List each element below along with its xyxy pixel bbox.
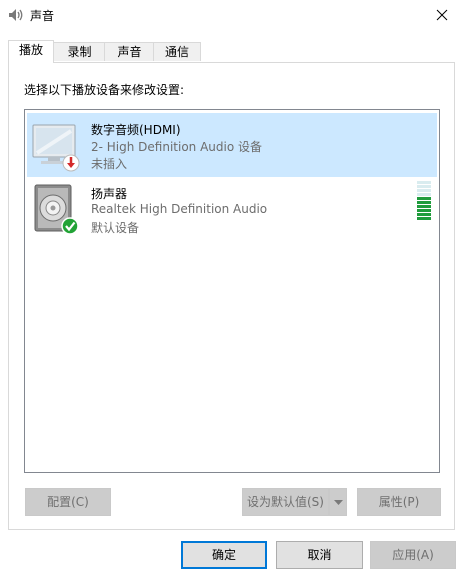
level-meter-bar bbox=[417, 193, 431, 196]
level-meter-bar bbox=[417, 205, 431, 208]
close-button[interactable] bbox=[423, 0, 463, 30]
volume-level-meter bbox=[417, 181, 431, 221]
device-status: 未插入 bbox=[91, 157, 128, 171]
ok-button[interactable]: 确定 bbox=[181, 541, 267, 569]
level-meter-bar bbox=[417, 213, 431, 216]
device-name: 扬声器 bbox=[91, 187, 128, 201]
set-default-dropdown[interactable] bbox=[329, 488, 347, 516]
instruction-label: 选择以下播放设备来修改设置: bbox=[24, 83, 185, 97]
device-name: 数字音频(HDMI) bbox=[91, 123, 181, 137]
level-meter-bar bbox=[417, 185, 431, 188]
device-item-hdmi[interactable]: 数字音频(HDMI) 2- High Definition Audio 设备 未… bbox=[27, 113, 437, 177]
tab-playback[interactable]: 播放 bbox=[8, 40, 54, 63]
device-description: 2- High Definition Audio 设备 bbox=[91, 140, 263, 154]
level-meter-bar bbox=[417, 181, 431, 184]
apply-button[interactable]: 应用(A) bbox=[370, 541, 456, 569]
default-check-badge-icon bbox=[61, 217, 79, 235]
device-list[interactable]: 数字音频(HDMI) 2- High Definition Audio 设备 未… bbox=[24, 109, 440, 473]
level-meter-bar bbox=[417, 209, 431, 212]
level-meter-bar bbox=[417, 197, 431, 200]
cancel-button[interactable]: 取消 bbox=[276, 541, 363, 569]
tab-sounds[interactable]: 声音 bbox=[104, 42, 155, 61]
speaker-app-icon bbox=[8, 8, 24, 22]
unplugged-badge-icon bbox=[62, 154, 80, 172]
level-meter-bar bbox=[417, 189, 431, 192]
device-description: Realtek High Definition Audio bbox=[91, 202, 268, 216]
chevron-down-icon bbox=[334, 500, 343, 505]
hdmi-monitor-icon bbox=[31, 119, 81, 173]
properties-button[interactable]: 属性(P) bbox=[357, 488, 441, 516]
window-title: 声音 bbox=[30, 9, 55, 23]
tab-recording[interactable]: 录制 bbox=[53, 42, 106, 61]
level-meter-bar bbox=[417, 201, 431, 204]
device-item-speakers[interactable]: 扬声器 Realtek High Definition Audio 默认设备 bbox=[27, 177, 437, 241]
playback-panel: 选择以下播放设备来修改设置: 数字音频(HDMI) 2- High Defini… bbox=[8, 62, 455, 530]
title-bar: 声音 bbox=[0, 0, 463, 30]
configure-button[interactable]: 配置(C) bbox=[25, 488, 111, 516]
set-default-button[interactable]: 设为默认值(S) bbox=[242, 488, 329, 516]
close-icon bbox=[436, 9, 448, 21]
speaker-icon bbox=[31, 183, 81, 237]
tab-communications[interactable]: 通信 bbox=[153, 42, 201, 61]
device-status: 默认设备 bbox=[91, 221, 140, 235]
level-meter-bar bbox=[417, 217, 431, 220]
